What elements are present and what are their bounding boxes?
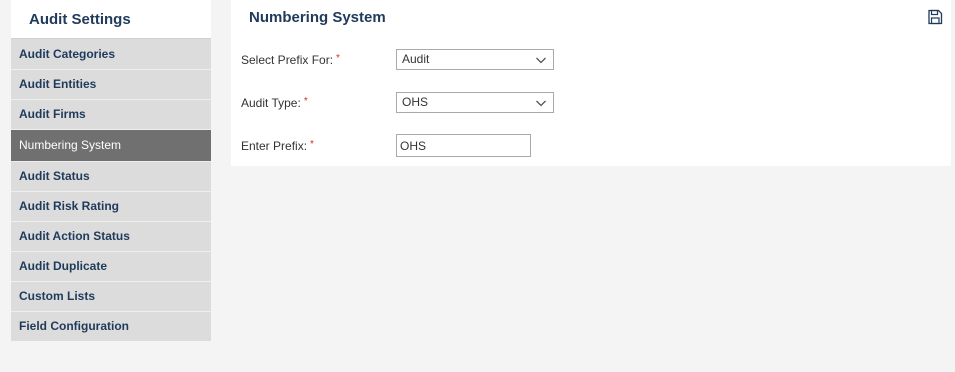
prefix-for-value: Audit (402, 52, 430, 66)
sidebar: Audit Settings Audit Categories Audit En… (11, 0, 211, 341)
chevron-down-icon (536, 57, 546, 64)
sidebar-item-audit-categories[interactable]: Audit Categories (11, 38, 211, 69)
save-icon[interactable] (927, 9, 943, 25)
sidebar-title: Audit Settings (11, 0, 211, 38)
sidebar-item-numbering-system[interactable]: Numbering System (11, 129, 211, 161)
required-mark: * (310, 138, 314, 150)
prefix-for-select[interactable]: Audit (396, 49, 554, 70)
audit-type-label-text: Audit Type: (241, 95, 301, 110)
prefix-for-label: Select Prefix For: * (241, 53, 396, 67)
audit-type-label: Audit Type: * (241, 96, 396, 110)
panel-title: Numbering System (249, 9, 386, 26)
sidebar-item-audit-duplicate[interactable]: Audit Duplicate (11, 251, 211, 281)
sidebar-item-audit-firms[interactable]: Audit Firms (11, 99, 211, 129)
required-mark: * (336, 52, 340, 64)
sidebar-item-field-configuration[interactable]: Field Configuration (11, 311, 211, 341)
form-row-prefix-for: Select Prefix For: * Audit (241, 49, 554, 70)
prefix-for-label-text: Select Prefix For: (241, 52, 334, 67)
numbering-system-panel: Numbering System Select Prefix For: * Aud… (231, 0, 951, 166)
required-mark: * (303, 95, 308, 107)
sidebar-item-audit-status[interactable]: Audit Status (11, 161, 211, 191)
audit-type-value: OHS (402, 95, 429, 109)
chevron-down-icon (536, 100, 546, 107)
sidebar-item-custom-lists[interactable]: Custom Lists (11, 281, 211, 311)
prefix-label: Enter Prefix: * (241, 139, 396, 153)
form-row-prefix: Enter Prefix: * (241, 134, 531, 157)
form-row-audit-type: Audit Type: * OHS (241, 92, 554, 113)
prefix-input[interactable] (396, 134, 531, 157)
audit-type-select[interactable]: OHS (396, 92, 554, 113)
prefix-label-text: Enter Prefix: (241, 138, 308, 153)
sidebar-item-audit-entities[interactable]: Audit Entities (11, 69, 211, 99)
sidebar-item-audit-action-status[interactable]: Audit Action Status (11, 221, 211, 251)
sidebar-item-audit-risk-rating[interactable]: Audit Risk Rating (11, 191, 211, 221)
sidebar-list: Audit Categories Audit Entities Audit Fi… (11, 38, 211, 341)
